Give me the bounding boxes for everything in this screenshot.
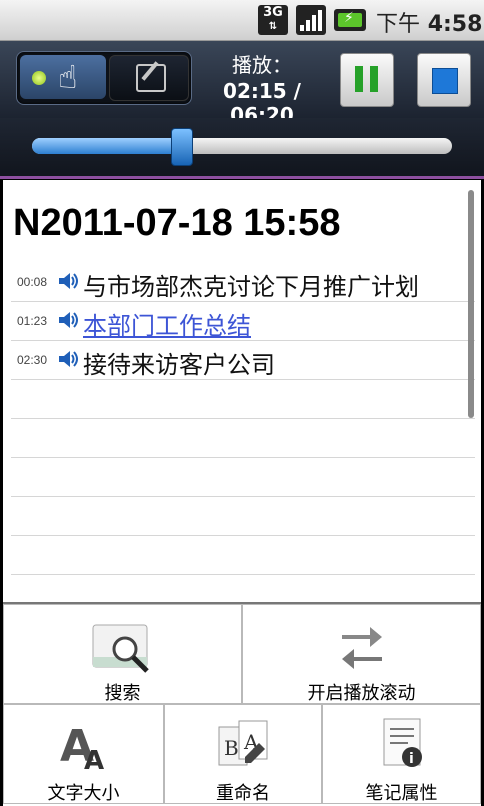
rename-icon: B A — [218, 720, 268, 766]
ruled-line — [11, 457, 475, 497]
note-properties-icon: i — [383, 718, 422, 767]
pause-icon — [355, 66, 363, 92]
network-3g-icon: 3G ⇅ — [258, 5, 288, 35]
slider-thumb[interactable] — [171, 128, 193, 166]
touch-mode-button[interactable]: ☝ — [20, 55, 106, 99]
speaker-icon[interactable] — [57, 270, 79, 292]
battery-charging-icon — [334, 9, 366, 31]
signal-strength-icon — [296, 5, 326, 35]
font-size-icon: A A — [60, 721, 104, 773]
indicator-light-icon — [32, 71, 46, 85]
ruled-line — [11, 574, 475, 602]
ruled-line — [11, 496, 475, 536]
status-clock: 下午 4:58 — [376, 12, 483, 37]
entry-timestamp: 02:30 — [17, 353, 48, 367]
entry-text: 与市场部杰克讨论下月推广计划 — [83, 273, 419, 301]
menu-label: 笔记属性 — [365, 783, 438, 804]
note-entry[interactable]: 01:23 本部门工作总结 — [11, 301, 475, 340]
scrollbar[interactable] — [468, 190, 474, 418]
edit-icon — [136, 64, 166, 92]
progress-bar-area — [0, 118, 484, 179]
progress-slider[interactable] — [32, 128, 452, 166]
mode-toggle: ☝ — [16, 51, 192, 105]
ruled-line — [11, 379, 475, 419]
entry-timestamp: 01:23 — [17, 314, 48, 328]
svg-text:A: A — [84, 746, 104, 773]
menu-label: 搜索 — [104, 683, 141, 704]
note-entry[interactable]: 02:30 接待来访客户公司 — [11, 340, 475, 379]
note-entry[interactable]: 00:08 与市场部杰克讨论下月推广计划 — [11, 262, 475, 301]
edit-mode-button[interactable] — [109, 55, 189, 101]
playback-control-bar: ☝ 播放： 02:15 / 06:20 — [0, 41, 484, 158]
svg-text:i: i — [409, 751, 414, 767]
menu-label: 重命名 — [216, 783, 270, 804]
ruled-line — [11, 535, 475, 575]
note-title: N2011-07-18 15:58 — [13, 202, 341, 244]
options-menu: 搜索 开启播放滚动 A A 文字大小 B A 重命名 i 笔记属性 — [3, 602, 481, 806]
menu-item-rename[interactable]: B A 重命名 — [164, 704, 322, 804]
menu-item-search[interactable]: 搜索 — [3, 604, 242, 704]
entry-text: 接待来访客户公司 — [83, 351, 275, 379]
menu-item-note-properties[interactable]: i 笔记属性 — [322, 704, 481, 804]
search-icon — [92, 624, 149, 673]
speaker-icon[interactable] — [57, 309, 79, 331]
swap-arrows-icon — [341, 627, 382, 669]
progress-fill — [32, 138, 181, 154]
entry-timestamp: 00:08 — [17, 275, 48, 289]
play-label: 播放： — [232, 53, 292, 77]
menu-item-scroll-playback[interactable]: 开启播放滚动 — [242, 604, 481, 704]
status-bar: 3G⇅ 下午 4:58 — [0, 0, 484, 41]
ruled-line — [11, 418, 475, 458]
pause-button[interactable] — [340, 53, 394, 107]
menu-label: 开启播放滚动 — [307, 683, 416, 704]
note-content[interactable]: N2011-07-18 15:58 00:08 与市场部杰克讨论下月推广计划 0… — [3, 180, 481, 602]
svg-text:B: B — [224, 736, 239, 760]
entry-link-text[interactable]: 本部门工作总结 — [83, 306, 251, 341]
menu-label: 文字大小 — [47, 783, 120, 804]
stop-icon — [432, 68, 458, 94]
speaker-icon[interactable] — [57, 348, 79, 370]
stop-button[interactable] — [417, 53, 471, 107]
hand-pointer-icon: ☝ — [58, 58, 78, 96]
menu-item-font-size[interactable]: A A 文字大小 — [3, 704, 164, 804]
